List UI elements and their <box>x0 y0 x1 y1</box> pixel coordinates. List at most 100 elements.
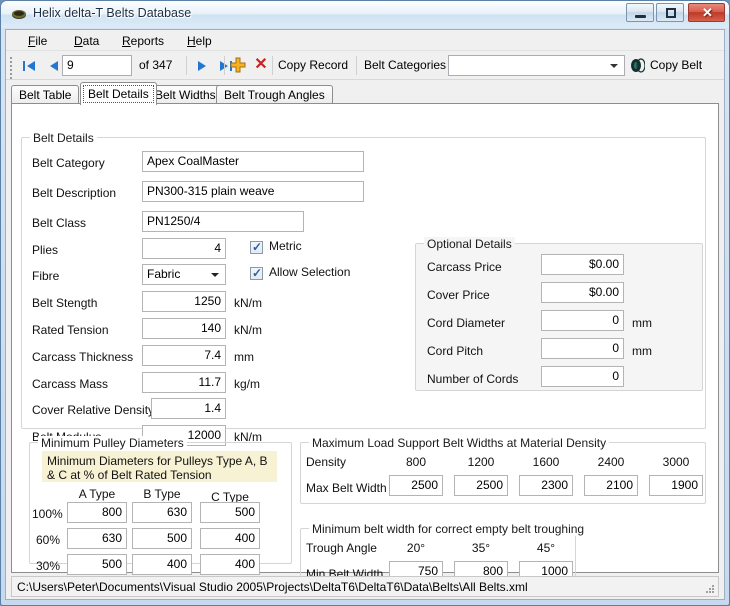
menu-reports[interactable]: Reports <box>116 33 170 49</box>
minimum-pulley-diameters-group: Minimum Pulley Diameters Minimum Diamete… <box>29 436 292 575</box>
number-of-cords-label: Number of Cords <box>427 372 519 386</box>
carcass-mass-input[interactable]: 11.7 <box>142 372 226 393</box>
add-record-icon[interactable] <box>230 57 246 73</box>
resize-grip[interactable] <box>705 584 715 594</box>
toolbar-grip[interactable] <box>10 57 13 79</box>
belt-category-input[interactable]: Apex CoalMaster <box>142 151 364 172</box>
max-belt-width-1200-input[interactable]: 2500 <box>454 475 508 496</box>
check-icon: ✓ <box>252 266 263 280</box>
application-window: Helix delta-T Belts Database ✕ File Data… <box>0 0 730 606</box>
chevron-down-icon <box>211 273 219 277</box>
number-of-cords-input[interactable]: 0 <box>541 366 624 387</box>
tab-belt-details[interactable]: Belt Details <box>80 82 157 105</box>
tab-label: Belt Trough Angles <box>224 88 325 102</box>
pulley-a-100-input[interactable]: 800 <box>67 502 127 523</box>
tab-belt-trough-angles[interactable]: Belt Trough Angles <box>216 85 333 104</box>
chevron-down-icon <box>610 64 618 68</box>
pulley-c-100-input[interactable]: 500 <box>200 502 260 523</box>
cover-price-label: Cover Price <box>427 288 490 302</box>
fibre-label: Fibre <box>32 269 60 283</box>
pulley-c-30-input[interactable]: 400 <box>200 554 260 575</box>
load-support-group: Maximum Load Support Belt Widths at Mate… <box>300 436 706 504</box>
carcass-thickness-unit: mm <box>234 350 254 364</box>
tab-label: Belt Table <box>19 88 72 102</box>
menu-help[interactable]: Help <box>181 33 218 49</box>
fibre-value: Fabric <box>147 267 181 281</box>
pulley-a-60-input[interactable]: 630 <box>67 528 127 549</box>
carcass-mass-label: Carcass Mass <box>32 377 109 391</box>
belt-class-input[interactable]: PN1250/4 <box>142 211 304 232</box>
optional-details-group-title: Optional Details <box>424 237 515 251</box>
max-belt-width-3000-input[interactable]: 1900 <box>649 475 703 496</box>
belt-categories-label: Belt Categories <box>364 58 447 72</box>
copy-belt-button[interactable]: Copy Belt <box>650 58 702 72</box>
record-number-input[interactable]: 9 <box>62 55 132 76</box>
menu-bar: File Data Reports Help <box>6 30 724 51</box>
carcass-thickness-input[interactable]: 7.4 <box>142 345 226 366</box>
pulley-c-60-input[interactable]: 400 <box>200 528 260 549</box>
plies-label: Plies <box>32 243 59 257</box>
load-support-title: Maximum Load Support Belt Widths at Mate… <box>309 436 610 450</box>
carcass-thickness-label: Carcass Thickness <box>32 350 134 364</box>
tab-belt-table[interactable]: Belt Table <box>11 85 80 104</box>
record-total-label: of 347 <box>139 58 173 72</box>
tab-belt-widths[interactable]: Belt Widths <box>147 85 224 104</box>
belt-strength-label: Belt Stength <box>32 296 98 310</box>
allow-selection-label: Allow Selection <box>269 265 351 279</box>
record-toolbar: 9 of 347 ✕ Copy Record Belt Categories C… <box>6 51 724 80</box>
row-header-60: 60% <box>36 533 61 547</box>
pulley-b-60-input[interactable]: 500 <box>132 528 192 549</box>
rated-tension-unit: kN/m <box>234 323 262 337</box>
cord-diameter-input[interactable]: 0 <box>541 310 624 331</box>
carcass-price-input[interactable]: $0.00 <box>541 254 624 275</box>
belt-categories-dropdown[interactable] <box>448 55 625 76</box>
belt-description-label: Belt Description <box>32 186 117 200</box>
copy-record-button[interactable]: Copy Record <box>278 58 348 72</box>
close-button[interactable]: ✕ <box>688 3 725 22</box>
belt-description-input[interactable]: PN300-315 plain weave <box>142 181 364 202</box>
column-header-a-type: A Type <box>78 487 116 501</box>
tab-strip: Belt Table Belt Details Belt Widths Belt… <box>11 82 719 105</box>
status-bar: C:\Users\Peter\Documents\Visual Studio 2… <box>11 576 719 597</box>
cover-relative-density-label: Cover Relative Density <box>32 403 155 417</box>
max-belt-width-2400-input[interactable]: 2100 <box>584 475 638 496</box>
client-area: File Data Reports Help 9 of 347 ✕ Copy R… <box>5 29 725 600</box>
menu-data[interactable]: Data <box>68 33 105 49</box>
optional-details-group: Optional Details Carcass Price $0.00 Cov… <box>415 237 703 391</box>
max-belt-width-800-input[interactable]: 2500 <box>389 475 443 496</box>
cover-price-input[interactable]: $0.00 <box>541 282 624 303</box>
plies-input[interactable]: 4 <box>142 238 226 259</box>
minimize-icon <box>635 15 646 18</box>
trough-angle-header-20: 20° <box>406 541 426 555</box>
trough-angle-label: Trough Angle <box>306 541 377 555</box>
next-record-icon[interactable] <box>192 56 212 75</box>
previous-record-icon[interactable] <box>44 56 64 75</box>
cord-pitch-unit: mm <box>632 344 652 358</box>
cord-diameter-label: Cord Diameter <box>427 316 506 330</box>
minimize-button[interactable] <box>626 3 654 22</box>
belt-strength-input[interactable]: 1250 <box>142 291 226 312</box>
belt-class-label: Belt Class <box>32 216 87 230</box>
fibre-dropdown[interactable]: Fabric <box>142 264 226 285</box>
focus-rectangle <box>83 85 154 103</box>
rated-tension-input[interactable]: 140 <box>142 318 226 339</box>
maximize-button[interactable] <box>656 3 684 22</box>
max-belt-width-1600-input[interactable]: 2300 <box>519 475 573 496</box>
cord-pitch-input[interactable]: 0 <box>541 338 624 359</box>
column-header-b-type: B Type <box>143 487 181 501</box>
row-header-30: 30% <box>36 559 61 573</box>
pulley-b-30-input[interactable]: 400 <box>132 554 192 575</box>
menu-file[interactable]: File <box>22 33 53 49</box>
cover-relative-density-input[interactable]: 1.4 <box>151 398 226 419</box>
density-header-1200: 1200 <box>467 455 495 469</box>
belt-strength-unit: kN/m <box>234 296 262 310</box>
first-record-icon[interactable] <box>20 56 40 75</box>
pulley-b-100-input[interactable]: 630 <box>132 502 192 523</box>
belt-details-group-title: Belt Details <box>30 131 97 145</box>
belt-category-label: Belt Category <box>32 156 105 170</box>
copy-belt-icon[interactable] <box>630 58 645 73</box>
trough-angle-header-45: 45° <box>536 541 556 555</box>
pulley-a-30-input[interactable]: 500 <box>67 554 127 575</box>
belt-database-icon <box>12 10 26 19</box>
delete-record-icon[interactable]: ✕ <box>252 55 270 75</box>
